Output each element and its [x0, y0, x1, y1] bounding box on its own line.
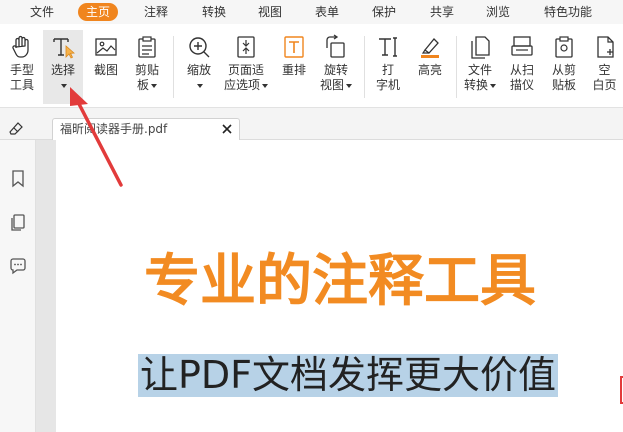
hand-icon — [12, 35, 29, 58]
document-tab-bar: 福昕阅读器手册.pdf — [0, 108, 623, 140]
menu-bar: 文件 主页 注释 转换 视图 表单 保护 共享 浏览 特色功能 — [0, 0, 623, 24]
zoom-icon — [189, 37, 210, 58]
from-scanner-button[interactable]: 从扫 描仪 — [502, 30, 542, 104]
hand-tool-label-2: 工具 — [9, 78, 34, 92]
document-viewport[interactable]: 专业的注释工具 让PDF文档发挥更大价值 — [36, 140, 623, 432]
fit-page-label-2: 应选项 — [223, 78, 260, 92]
typewriter-label-1: 打 — [381, 63, 394, 77]
toolbar-divider — [456, 36, 457, 98]
blank-page-label-2: 白页 — [592, 78, 617, 92]
file-convert-label-2: 转换 — [463, 78, 488, 92]
zoom-tool-label: 缩放 — [186, 63, 211, 77]
highlight-tool-label: 高亮 — [417, 63, 442, 77]
fit-page-icon — [237, 36, 255, 58]
reflow-icon — [284, 36, 304, 58]
from-clipboard-label-1: 从剪 — [551, 63, 576, 77]
chevron-down-icon — [262, 83, 268, 88]
file-convert-label-1: 文件 — [467, 63, 492, 77]
select-tool-label: 选择 — [50, 63, 75, 77]
rotate-view-label-1: 旋转 — [323, 63, 348, 77]
chevron-down-icon — [151, 83, 157, 88]
clipboard-tool-label-1: 剪贴 — [134, 63, 159, 77]
blank-page-button[interactable]: 空 白页 — [586, 30, 623, 104]
left-sidebar — [0, 140, 36, 432]
document-tab-title: 福昕阅读器手册.pdf — [60, 122, 168, 136]
chevron-down-icon — [197, 83, 203, 88]
comments-icon[interactable] — [8, 256, 28, 276]
fit-page-tool-button[interactable]: 页面适 应选项 — [222, 30, 270, 104]
rotate-view-label-2: 视图 — [319, 78, 344, 92]
blank-page-icon — [596, 36, 614, 58]
select-tool-button[interactable]: 选择 — [43, 30, 83, 104]
menu-home[interactable]: 主页 — [78, 3, 119, 21]
selected-text-line[interactable]: 让PDF文档发挥更大价值 — [138, 354, 559, 397]
clipboard-icon — [138, 36, 156, 58]
menu-comment[interactable]: 注释 — [144, 3, 168, 21]
menu-protect[interactable]: 保护 — [372, 3, 396, 21]
bookmark-icon[interactable] — [8, 168, 28, 188]
reflow-tool-button[interactable]: 重排 — [274, 30, 314, 104]
menu-file[interactable]: 文件 — [30, 3, 54, 21]
from-clipboard-label-2: 贴板 — [551, 78, 576, 92]
scanner-icon — [511, 36, 533, 56]
clipboard-tool-label-2: 板 — [136, 78, 149, 92]
from-clipboard-button[interactable]: 从剪 贴板 — [544, 30, 584, 104]
file-convert-button[interactable]: 文件 转换 — [460, 30, 500, 104]
chevron-down-icon — [346, 83, 352, 88]
rotate-icon — [326, 34, 345, 58]
typewriter-icon — [379, 37, 397, 57]
file-convert-icon — [471, 36, 490, 59]
menu-browse[interactable]: 浏览 — [486, 3, 510, 21]
zoom-dropdown[interactable] — [179, 78, 219, 93]
blank-page-label-1: 空 — [598, 63, 611, 77]
typewriter-label-2: 字机 — [375, 78, 400, 92]
menu-form[interactable]: 表单 — [315, 3, 339, 21]
document-tab[interactable]: 福昕阅读器手册.pdf — [52, 118, 240, 140]
menu-share[interactable]: 共享 — [430, 3, 454, 21]
text-select-icon — [53, 38, 75, 59]
document-heading[interactable]: 专业的注释工具 — [144, 248, 536, 316]
menu-view[interactable]: 视图 — [258, 3, 282, 21]
zoom-tool-button[interactable]: 缩放 — [179, 30, 219, 104]
reflow-tool-label: 重排 — [281, 63, 306, 77]
menu-convert[interactable]: 转换 — [202, 3, 226, 21]
hand-tool-label-1: 手型 — [9, 63, 34, 77]
clipboard-tool-button[interactable]: 剪贴 板 — [127, 30, 167, 104]
file-convert-dropdown[interactable]: 转换 — [460, 78, 500, 93]
fit-page-dropdown[interactable]: 应选项 — [222, 78, 270, 93]
fit-page-label-1: 页面适 — [227, 63, 264, 77]
eraser-icon[interactable] — [8, 120, 24, 136]
close-icon[interactable] — [221, 123, 233, 135]
ribbon-toolbar: 手型 工具 选择 截图 剪贴 板 缩放 页面适 应选项 重排 旋转 视图 打 字… — [0, 24, 623, 108]
screenshot-tool-button[interactable]: 截图 — [86, 30, 126, 104]
rotate-view-dropdown[interactable]: 视图 — [316, 78, 356, 93]
clipboard-dropdown[interactable]: 板 — [127, 78, 167, 93]
typewriter-tool-button[interactable]: 打 字机 — [368, 30, 408, 104]
toolbar-divider — [173, 36, 174, 98]
highlight-tool-button[interactable]: 高亮 — [410, 30, 450, 104]
highlight-icon — [421, 38, 439, 58]
chevron-down-icon — [490, 83, 496, 88]
hand-tool-button[interactable]: 手型 工具 — [2, 30, 42, 104]
from-scanner-label-2: 描仪 — [509, 78, 534, 92]
chevron-down-icon — [61, 83, 67, 88]
rotate-view-button[interactable]: 旋转 视图 — [316, 30, 356, 104]
select-dropdown[interactable] — [43, 78, 83, 93]
pages-icon[interactable] — [8, 212, 28, 232]
menu-features[interactable]: 特色功能 — [544, 3, 592, 21]
from-scanner-label-1: 从扫 — [509, 63, 534, 77]
screenshot-icon — [95, 38, 117, 56]
screenshot-tool-label: 截图 — [93, 63, 118, 77]
pdf-page[interactable]: 专业的注释工具 让PDF文档发挥更大价值 — [56, 140, 623, 432]
from-clipboard-icon — [555, 36, 573, 58]
toolbar-divider — [364, 36, 365, 98]
